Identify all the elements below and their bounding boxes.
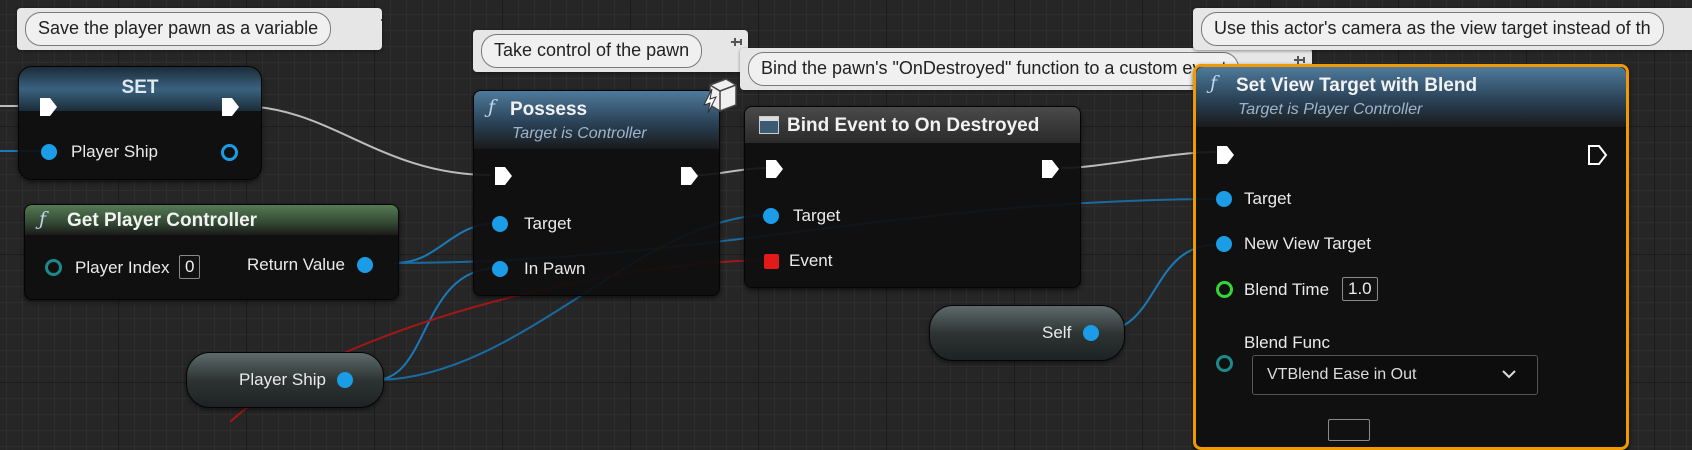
partial-field[interactable]	[1328, 419, 1370, 441]
pin-label: Return Value	[247, 255, 345, 274]
node-header: ƒ Set View Target with Blend Target is P…	[1196, 67, 1626, 127]
function-icon: ƒ	[1210, 72, 1218, 94]
comment-take-control[interactable]: Take control of the pawn	[473, 30, 748, 72]
node-header: Bind Event to On Destroyed	[745, 107, 1080, 143]
pin-icon[interactable]	[729, 35, 743, 49]
pin-icon[interactable]	[379, 13, 382, 27]
pin-label: New View Target	[1244, 234, 1371, 253]
node-header: ƒ Get Player Controller	[25, 205, 398, 235]
node-title: Set View Target with Blend	[1236, 75, 1478, 96]
blend-func-pin[interactable]	[1216, 355, 1233, 372]
possess-node[interactable]: ƒ Possess Target is Controller Target In…	[473, 78, 737, 296]
comment-use-camera[interactable]: Use this actor's camera as the view targ…	[1193, 8, 1692, 50]
player-ship-output-pin[interactable]	[221, 144, 238, 161]
pin-label: Blend Func	[1244, 333, 1330, 352]
blend-time-pin[interactable]	[1216, 281, 1233, 298]
exec-out-pin[interactable]	[219, 96, 241, 118]
player-index-pin[interactable]	[45, 259, 62, 276]
self-label: Self	[1042, 323, 1072, 342]
self-node[interactable]: Self	[929, 305, 1125, 361]
node-subtitle: Target is Controller	[512, 125, 647, 142]
exec-in-pin[interactable]	[1214, 144, 1236, 166]
player-ship-input-pin[interactable]	[41, 144, 57, 160]
function-icon: ƒ	[39, 208, 47, 230]
exec-in-pin[interactable]	[37, 96, 59, 118]
return-value-pin[interactable]	[357, 257, 373, 273]
comment-text: Take control of the pawn	[481, 34, 703, 68]
node-header: ƒ Possess Target is Controller	[474, 91, 719, 149]
pin-label: Player Index	[75, 258, 170, 277]
event-delegate-pin[interactable]	[764, 254, 779, 269]
event-dispatcher-icon	[759, 116, 779, 134]
comment-text: Bind the pawn's "OnDestroyed" function t…	[748, 52, 1240, 86]
blend-func-dropdown[interactable]: VTBlend Ease in Out	[1252, 355, 1538, 395]
node-subtitle: Target is Player Controller	[1238, 101, 1423, 118]
node-title: Get Player Controller	[67, 210, 258, 231]
in-pawn-pin[interactable]	[492, 261, 508, 277]
node-title: Possess	[510, 99, 588, 120]
pin-label: Target	[1244, 189, 1292, 208]
player-ship-variable-node[interactable]: Player Ship	[186, 352, 384, 408]
set-view-target-with-blend-node[interactable]: ƒ Set View Target with Blend Target is P…	[1193, 64, 1629, 450]
pin-label: Blend Time	[1244, 280, 1330, 299]
target-pin[interactable]	[492, 216, 508, 232]
exec-wire	[239, 105, 491, 176]
exec-out-pin[interactable]	[678, 165, 700, 187]
pin-label: In Pawn	[524, 259, 586, 278]
server-only-icon	[703, 78, 737, 114]
exec-out-pin[interactable]	[1586, 144, 1608, 166]
exec-in-pin[interactable]	[763, 158, 785, 180]
get-player-controller-node[interactable]: ƒ Get Player Controller Player Index 0 R…	[24, 204, 399, 300]
player-ship-output-pin[interactable]	[337, 372, 353, 388]
blend-time-input[interactable]: 1.0	[1342, 277, 1378, 301]
self-output-pin[interactable]	[1083, 325, 1099, 341]
chevron-down-icon	[1502, 370, 1516, 379]
bind-event-node[interactable]: Bind Event to On Destroyed Target Event	[744, 106, 1081, 288]
node-title: Bind Event to On Destroyed	[787, 115, 1040, 136]
pin-label: Player Ship	[71, 142, 158, 161]
player-index-input[interactable]: 0	[179, 255, 201, 279]
comment-text: Save the player pawn as a variable	[25, 12, 332, 46]
blend-func-value: VTBlend Ease in Out	[1267, 366, 1417, 383]
variable-label: Player Ship	[239, 370, 326, 389]
new-view-target-pin[interactable]	[1216, 236, 1232, 252]
exec-out-pin[interactable]	[1039, 158, 1061, 180]
target-pin[interactable]	[763, 208, 779, 224]
pin-label: Target	[524, 214, 572, 233]
pin-label: Target	[793, 206, 841, 225]
exec-in-pin[interactable]	[492, 165, 514, 187]
comment-text: Use this actor's camera as the view targ…	[1201, 12, 1664, 46]
pin-label: Event	[789, 251, 833, 270]
comment-save-pawn[interactable]: Save the player pawn as a variable	[17, 8, 382, 50]
function-icon: ƒ	[488, 96, 496, 118]
target-pin[interactable]	[1216, 191, 1232, 207]
set-variable-node[interactable]: SET Player Ship	[18, 66, 262, 180]
